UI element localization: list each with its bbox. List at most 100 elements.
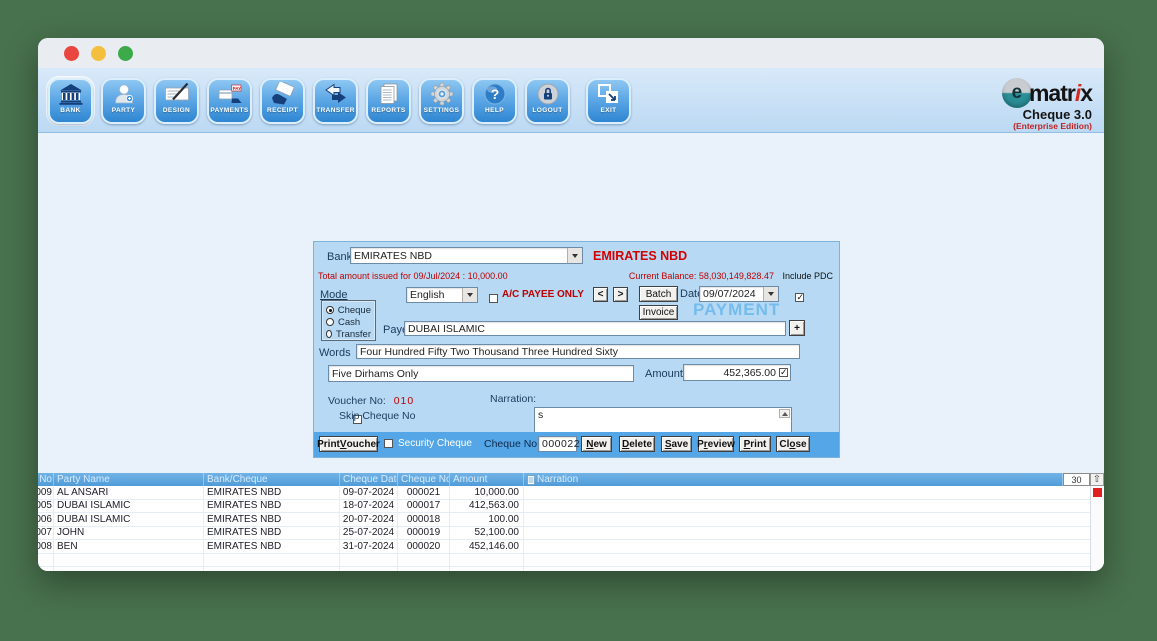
cheque-no-label: Cheque No: [484, 438, 540, 450]
toolbar-button-party[interactable]: PARTY [101, 78, 146, 124]
amount-words-line2-input[interactable]: Five Dirhams Only [328, 365, 634, 382]
voucher-no-row: Voucher No: 010 [328, 395, 414, 407]
toolbar-button-transfer[interactable]: TRANSFER [313, 78, 358, 124]
amount-words-line1-input[interactable]: Four Hundred Fifty Two Thousand Three Hu… [356, 344, 800, 359]
add-payee-button[interactable]: + [789, 320, 805, 336]
current-balance-text: Current Balance: 58,030,149,828.47 [629, 271, 774, 281]
amount-input[interactable]: 452,365.00 [683, 364, 791, 381]
logout-lock-icon [535, 82, 561, 106]
header-no[interactable]: No [38, 473, 54, 486]
next-record-button[interactable]: > [613, 287, 628, 302]
cheque-no-input[interactable]: 000022 [538, 436, 577, 452]
close-window-button[interactable] [64, 46, 79, 61]
radio-icon [326, 330, 332, 338]
table-row[interactable]: 005DUBAI ISLAMICEMIRATES NBD18-07-202400… [38, 500, 1104, 514]
header-narration[interactable]: Narration [524, 473, 1063, 486]
cell-date: 20-07-2024 [340, 513, 398, 526]
svg-text:?: ? [490, 86, 499, 102]
payment-mode-title: PAYMENT [693, 300, 780, 320]
cell-no: 007 [38, 527, 54, 540]
close-button[interactable]: Close [776, 436, 810, 452]
edition-label: (Enterprise Edition) [1002, 122, 1092, 131]
cell-amount: 10,000.00 [450, 486, 524, 499]
language-select[interactable]: English [406, 287, 478, 303]
table-row[interactable] [38, 567, 1104, 571]
toolbar-button-payments[interactable]: PAY PAYMENTS [207, 78, 252, 124]
cell-date: 25-07-2024 [340, 527, 398, 540]
cell-no [38, 554, 54, 567]
ac-payee-checkbox[interactable] [489, 294, 498, 303]
cell-party: AL ANSARI [54, 486, 204, 499]
batch-button[interactable]: Batch [639, 286, 678, 302]
security-cheque-checkbox[interactable] [384, 439, 393, 448]
cell-party: BEN [54, 540, 204, 553]
bank-label: Bank [327, 251, 352, 263]
bank-select[interactable]: EMIRATES NBD [350, 247, 583, 264]
table-row[interactable]: 007JOHNEMIRATES NBD25-07-202400001952,10… [38, 527, 1104, 541]
cell-bank: EMIRATES NBD [204, 486, 340, 499]
save-button[interactable]: Save [661, 436, 692, 452]
toolbar-label: HELP [485, 107, 504, 114]
scrollbar-thumb[interactable] [1093, 488, 1102, 497]
table-row[interactable]: 008BENEMIRATES NBD31-07-2024000020452,14… [38, 540, 1104, 554]
cell-cheque_no: 000018 [398, 513, 450, 526]
toolbar-button-bank[interactable]: BANK [48, 78, 93, 124]
toolbar-button-logout[interactable]: LOGOUT [525, 78, 570, 124]
toolbar-button-help[interactable]: ? HELP [472, 78, 517, 124]
cell-amount: 452,146.00 [450, 540, 524, 553]
new-button[interactable]: New [581, 436, 612, 452]
toolbar-button-reports[interactable]: REPORTS [366, 78, 411, 124]
toolbar-button-design[interactable]: DESIGN [154, 78, 199, 124]
payee-input[interactable]: DUBAI ISLAMIC [404, 321, 786, 336]
words-label: Words [319, 347, 351, 359]
settings-gear-icon [429, 82, 455, 106]
header-party-name[interactable]: Party Name [54, 473, 204, 486]
toolbar-button-receipt[interactable]: RECEIPT [260, 78, 305, 124]
cell-narration [524, 500, 1104, 513]
cell-bank: EMIRATES NBD [204, 500, 340, 513]
table-row[interactable]: 009AL ANSARIEMIRATES NBD09-07-2024000021… [38, 486, 1104, 500]
prev-record-button[interactable]: < [593, 287, 608, 302]
chevron-down-icon[interactable] [763, 287, 778, 301]
table-row[interactable]: 006DUBAI ISLAMICEMIRATES NBD20-07-202400… [38, 513, 1104, 527]
toolbar-label: REPORTS [371, 107, 405, 114]
cell-party [54, 567, 204, 571]
maximize-window-button[interactable] [118, 46, 133, 61]
product-name: Cheque 3.0 [1002, 108, 1092, 122]
cell-no: 008 [38, 540, 54, 553]
invoice-button[interactable]: Invoice [639, 305, 678, 320]
toolbar-label: PAYMENTS [210, 107, 248, 114]
minimize-window-button[interactable] [91, 46, 106, 61]
mode-option-cheque[interactable]: Cheque [326, 304, 371, 316]
mode-option-cash[interactable]: Cash [326, 316, 371, 328]
delete-button[interactable]: Delete [619, 436, 655, 452]
toolbar-button-exit[interactable]: EXIT [586, 78, 631, 124]
table-row[interactable] [38, 554, 1104, 568]
mode-option-transfer[interactable]: Transfer [326, 328, 371, 340]
exit-icon [596, 82, 622, 106]
toolbar-button-settings[interactable]: SETTINGS [419, 78, 464, 124]
chevron-down-icon[interactable] [567, 248, 582, 263]
header-cheque-date[interactable]: Cheque Date [340, 473, 398, 486]
scrollbar-up-button[interactable]: ⇧ [1090, 473, 1104, 486]
preview-button[interactable]: Preview [698, 436, 734, 452]
amount-checkbox[interactable] [779, 368, 788, 377]
scroll-up-icon[interactable] [779, 409, 790, 418]
header-bank-cheque[interactable]: Bank/Cheque [204, 473, 340, 486]
cell-amount: 412,563.00 [450, 500, 524, 513]
page-size-box[interactable]: 30 [1063, 473, 1090, 486]
cell-bank: EMIRATES NBD [204, 527, 340, 540]
header-amount[interactable]: Amount [450, 473, 524, 486]
print-voucher-button[interactable]: Print Voucher [319, 436, 378, 452]
cell-narration [524, 567, 1104, 571]
desktop: { "window": { "traffic_lights": ["#e8463… [0, 0, 1157, 641]
chevron-down-icon[interactable] [462, 288, 477, 302]
table-scrollbar[interactable] [1090, 486, 1104, 571]
mode-option-group: Cheque Cash Transfer [321, 300, 376, 341]
balance-line: Current Balance: 58,030,149,828.47 Inclu… [629, 271, 833, 281]
header-cheque-no[interactable]: Cheque No [398, 473, 450, 486]
date-enabled-checkbox[interactable] [795, 293, 804, 302]
print-button[interactable]: Print [739, 436, 771, 452]
cell-party: DUBAI ISLAMIC [54, 500, 204, 513]
voucher-no-value: 010 [394, 395, 415, 407]
